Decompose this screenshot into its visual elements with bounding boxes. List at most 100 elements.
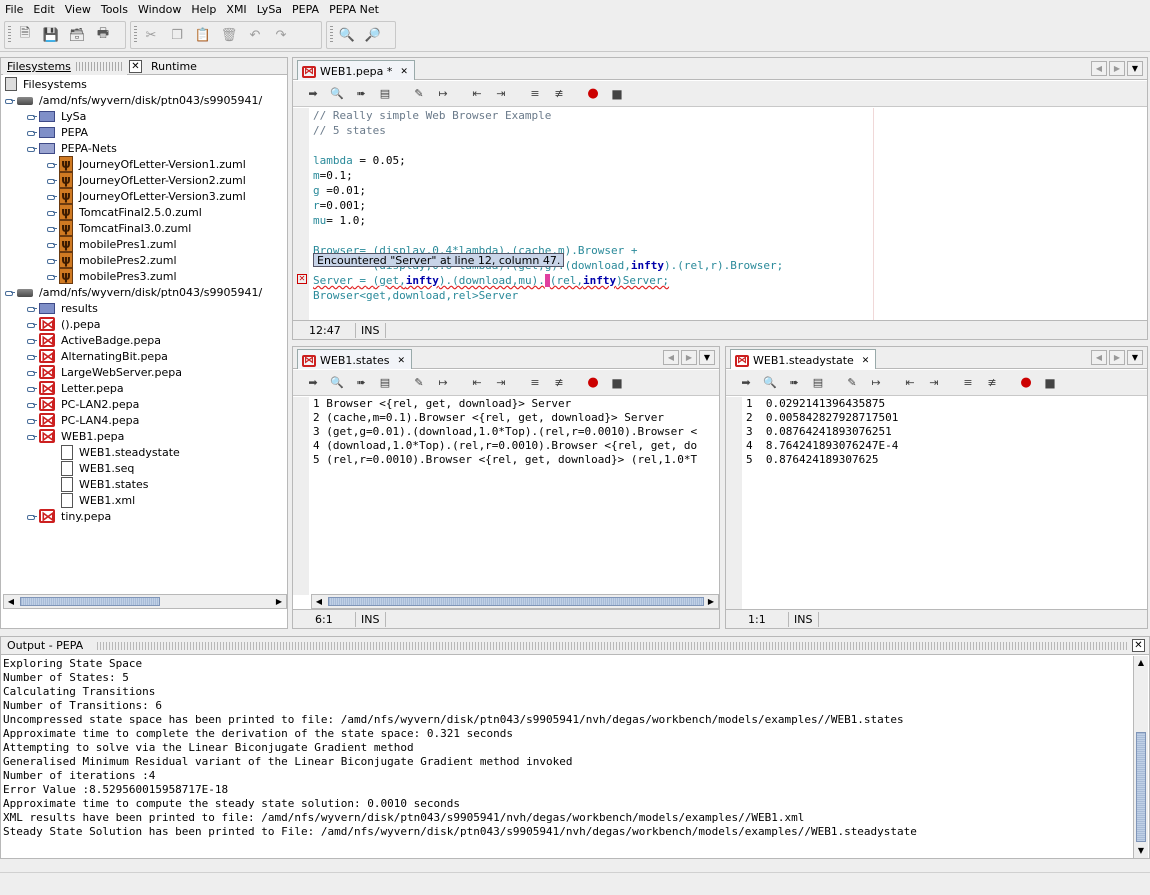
scroll-left-icon[interactable]: ◀ (312, 595, 326, 608)
tree-item-pepa-nets[interactable]: PEPA-Nets (27, 140, 117, 156)
output-text[interactable]: Exploring State Space Number of States: 5… (3, 657, 917, 839)
tab-scroll-right-icon[interactable]: ▶ (681, 350, 697, 365)
close-icon[interactable]: ✕ (400, 67, 408, 77)
tree-item-output-file[interactable]: WEB1.steadystate (61, 444, 180, 460)
find-in-files-icon[interactable]: 🔎 (363, 25, 383, 45)
expand-toggle-icon[interactable] (27, 304, 37, 313)
tab-web1-states[interactable]: ⋈ WEB1.states ✕ (297, 349, 413, 369)
shift-right-icon[interactable]: ⇥ (924, 374, 944, 392)
expand-toggle-icon[interactable] (27, 320, 37, 329)
toggle-bookmark-icon[interactable]: ✎ (409, 85, 429, 103)
stop-macro-icon[interactable]: ■ (607, 85, 627, 103)
scroll-left-icon[interactable]: ◀ (4, 595, 18, 608)
tree-item-pepa-file[interactable]: ⋈ ().pepa (27, 316, 101, 332)
menu-xmi[interactable]: XMI (221, 3, 251, 16)
tree-item-pepa-file[interactable]: ⋈ Letter.pepa (27, 380, 124, 396)
scroll-right-icon[interactable]: ▶ (704, 595, 718, 608)
tree-item-pepa-file[interactable]: ⋈ AlternatingBit.pepa (27, 348, 168, 364)
shift-right-icon[interactable]: ⇥ (491, 374, 511, 392)
code-area[interactable]: // Really simple Web Browser Example // … (313, 108, 783, 303)
close-icon[interactable]: ✕ (862, 356, 870, 366)
menu-pepa-net[interactable]: PEPA Net (324, 3, 384, 16)
paste-icon[interactable]: 📋 (193, 25, 213, 45)
expand-toggle-icon[interactable] (27, 336, 37, 345)
expand-toggle-icon[interactable] (27, 512, 37, 521)
stop-macro-icon[interactable]: ■ (1040, 374, 1060, 392)
scroll-right-icon[interactable]: ▶ (272, 595, 286, 608)
find-icon[interactable]: 🔍 (327, 374, 347, 392)
tab-scroll-left-icon[interactable]: ◀ (663, 350, 679, 365)
menu-lysa[interactable]: LySa (252, 3, 287, 16)
redo-icon[interactable]: ↷ (271, 25, 291, 45)
expand-toggle-icon[interactable] (27, 400, 37, 409)
expand-toggle-icon[interactable] (27, 128, 37, 137)
scrollbar-thumb[interactable] (20, 597, 160, 606)
save-all-icon[interactable]: 🗃 (67, 25, 87, 45)
menu-view[interactable]: View (60, 3, 96, 16)
tree-item-zuml[interactable]: ψ TomcatFinal2.5.0.zuml (47, 204, 202, 220)
tab-scroll-left-icon[interactable]: ◀ (1091, 350, 1107, 365)
tree-item-output-file[interactable]: WEB1.states (61, 476, 148, 492)
comment-icon[interactable]: ≡ (525, 85, 545, 103)
tab-scroll-right-icon[interactable]: ▶ (1109, 350, 1125, 365)
find-previous-icon[interactable]: ➡ (303, 374, 323, 392)
tree-item-output-file[interactable]: WEB1.seq (61, 460, 134, 476)
tab-scroll-right-icon[interactable]: ▶ (1109, 61, 1125, 76)
scrollbar-thumb[interactable] (328, 597, 704, 606)
save-icon[interactable]: 💾 (41, 25, 61, 45)
find-next-icon[interactable]: ➠ (784, 374, 804, 392)
next-bookmark-icon[interactable]: ↦ (433, 374, 453, 392)
comment-icon[interactable]: ≡ (525, 374, 545, 392)
expand-toggle-icon[interactable] (47, 192, 57, 201)
tree-item-zuml[interactable]: ψ mobilePres1.zuml (47, 236, 177, 252)
tree-item-lysa[interactable]: LySa (27, 108, 86, 124)
tab-list-dropdown-icon[interactable]: ▼ (1127, 350, 1143, 365)
next-bookmark-icon[interactable]: ↦ (433, 85, 453, 103)
error-marker-icon[interactable]: ✕ (297, 274, 307, 284)
scrollbar-thumb[interactable] (1136, 732, 1146, 842)
next-bookmark-icon[interactable]: ↦ (866, 374, 886, 392)
tab-web1-pepa[interactable]: ⋈ WEB1.pepa * ✕ (297, 60, 415, 80)
expand-toggle-icon[interactable] (47, 160, 57, 169)
cut-icon[interactable]: ✂ (141, 25, 161, 45)
uncomment-icon[interactable]: ≢ (549, 374, 569, 392)
expand-toggle-icon[interactable] (27, 112, 37, 121)
record-macro-icon[interactable]: ● (1016, 374, 1036, 392)
expand-toggle-icon[interactable] (27, 416, 37, 425)
expand-toggle-icon[interactable] (47, 208, 57, 217)
menu-window[interactable]: Window (133, 3, 186, 16)
tree-item-zuml[interactable]: ψ TomcatFinal3.0.zuml (47, 220, 191, 236)
close-icon[interactable]: ✕ (129, 60, 142, 73)
expand-toggle-icon[interactable] (5, 96, 15, 105)
collapse-toggle-icon[interactable] (27, 144, 37, 153)
scroll-down-icon[interactable]: ▼ (1134, 844, 1148, 858)
search-icon[interactable]: 🔍 (337, 25, 357, 45)
menu-help[interactable]: Help (186, 3, 221, 16)
close-icon[interactable]: ✕ (397, 356, 405, 366)
shift-right-icon[interactable]: ⇥ (491, 85, 511, 103)
tree-item-pepa-file[interactable]: ⋈ PC-LAN2.pepa (27, 396, 139, 412)
comment-icon[interactable]: ≡ (958, 374, 978, 392)
tab-scroll-left-icon[interactable]: ◀ (1091, 61, 1107, 76)
record-macro-icon[interactable]: ● (583, 374, 603, 392)
uncomment-icon[interactable]: ≢ (982, 374, 1002, 392)
close-icon[interactable]: ✕ (1132, 639, 1145, 652)
collapse-toggle-icon[interactable] (27, 432, 37, 441)
tree-item-web1-pepa[interactable]: ⋈ WEB1.pepa (27, 428, 124, 444)
steadystate-text[interactable]: 1 0.0292141396435875 2 0.0058428279287175… (746, 397, 898, 467)
new-file-icon[interactable]: 🗎 (15, 25, 35, 45)
menu-file[interactable]: File (0, 3, 28, 16)
tree-item-zuml[interactable]: ψ JourneyOfLetter-Version1.zuml (47, 156, 246, 172)
scroll-up-icon[interactable]: ▲ (1134, 656, 1148, 670)
toggle-bookmark-icon[interactable]: ✎ (842, 374, 862, 392)
expand-toggle-icon[interactable] (47, 176, 57, 185)
undo-icon[interactable]: ↶ (245, 25, 265, 45)
find-selection-icon[interactable]: ▤ (375, 85, 395, 103)
find-previous-icon[interactable]: ➡ (303, 85, 323, 103)
find-selection-icon[interactable]: ▤ (808, 374, 828, 392)
menu-pepa[interactable]: PEPA (287, 3, 324, 16)
tree-item-results[interactable]: results (27, 300, 98, 316)
stop-macro-icon[interactable]: ■ (607, 374, 627, 392)
tree-root[interactable]: Filesystems (5, 76, 87, 92)
toggle-bookmark-icon[interactable]: ✎ (409, 374, 429, 392)
